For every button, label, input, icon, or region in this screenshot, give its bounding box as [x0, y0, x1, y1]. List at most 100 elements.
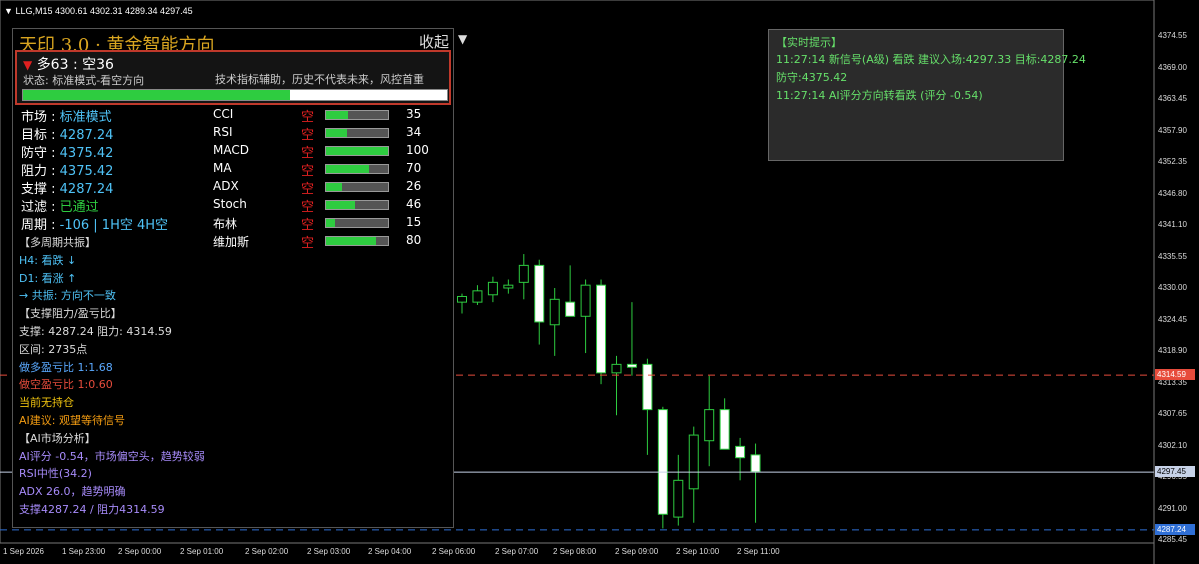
analysis-line: 做多盈亏比 1:1.68	[19, 360, 113, 374]
price-tick-label: 4285.45	[1158, 535, 1187, 544]
time-tick-label: 2 Sep 09:00	[615, 547, 659, 556]
analysis-line: H4: 看跌 ↓	[19, 253, 77, 267]
indicator-direction: 空	[301, 110, 315, 125]
down-arrow-icon: ▼	[23, 58, 33, 72]
indicator-direction: 空	[301, 218, 315, 233]
candle[interactable]	[626, 302, 637, 376]
indicator-direction: 空	[301, 164, 315, 179]
info-value: -106 | 1H空 4H空	[59, 218, 169, 233]
candle[interactable]	[750, 443, 761, 523]
indicator-name: ADX	[213, 179, 239, 193]
analysis-line: 【AI市场分析】	[19, 431, 96, 445]
candle[interactable]	[704, 375, 715, 467]
info-label: 周期 :	[21, 218, 60, 233]
menu-triangle-icon[interactable]: ▼	[4, 6, 13, 16]
indicator-direction: 空	[301, 128, 315, 143]
candle[interactable]	[457, 293, 467, 314]
realtime-title: 【实时提示】	[776, 36, 842, 49]
candle[interactable]	[642, 358, 653, 455]
analysis-line: → 共振: 方向不一致	[19, 289, 116, 303]
signal-status: 状态: 标准模式-看空方向	[23, 74, 145, 87]
info-value: 标准模式	[59, 110, 112, 125]
indicator-strength-fill	[326, 165, 370, 173]
candle[interactable]	[503, 279, 514, 294]
indicator-strength-bar	[325, 110, 389, 120]
info-label: 阻力 :	[21, 164, 60, 179]
price-tick-label: 4335.55	[1158, 251, 1187, 261]
candle[interactable]	[549, 288, 560, 356]
indicator-value: 26	[406, 179, 422, 193]
price-tick-label: 4363.45	[1158, 94, 1187, 103]
indicator-strength-fill	[326, 201, 355, 209]
info-label: 支撑 :	[21, 182, 60, 197]
indicator-strength-bar	[325, 128, 389, 138]
info-value: 4287.24	[59, 128, 114, 143]
info-label: 防守 :	[21, 146, 60, 161]
realtime-line: 11:27:14 新信号(A级) 看跌 建议入场:4297.33 目标:4287…	[776, 53, 1086, 66]
indicator-value: 34	[406, 125, 422, 139]
time-tick-label: 1 Sep 23:00	[62, 547, 106, 556]
price-tick-label: 4341.10	[1158, 220, 1187, 229]
price-tick-label: 4346.80	[1158, 188, 1187, 198]
indicator-name: 维加斯	[213, 235, 250, 249]
info-label: 市场 :	[21, 110, 60, 125]
price-tick-label: 4324.45	[1158, 314, 1187, 324]
info-row: 市场 : 标准模式	[21, 106, 112, 125]
analysis-line: 【多周期共振】	[19, 236, 96, 249]
candle[interactable]	[673, 454, 684, 526]
candle[interactable]	[688, 426, 699, 523]
candle[interactable]	[518, 254, 529, 300]
indicator-name: CCI	[213, 107, 234, 121]
indicator-name: Stoch	[213, 197, 247, 211]
analysis-line: 区间: 2735点	[19, 342, 88, 356]
indicator-strength-bar	[325, 164, 389, 174]
info-label: 目标 :	[21, 128, 60, 143]
indicator-direction: 空	[301, 146, 315, 161]
indicator-strength-bar	[325, 200, 389, 210]
indicator-panel: 天印 3.0 · 黄金智能方向 收起 ▼ 多63 : 空36 状态: 标准模式-…	[12, 28, 454, 528]
indicator-value: 15	[406, 215, 422, 229]
realtime-line: 11:27:14 AI评分方向转看跌 (评分 -0.54)	[776, 89, 983, 102]
signal-direction: 多63 : 空36	[36, 57, 114, 73]
symbol-header: ▼ LLG,M15 4300.61 4302.31 4289.34 4297.4…	[4, 6, 193, 16]
price-tick-label: 4318.90	[1158, 346, 1187, 355]
candle[interactable]	[580, 279, 591, 354]
collapse-arrow-icon[interactable]: ▼	[458, 32, 467, 46]
candle[interactable]	[534, 259, 545, 345]
indicator-strength-fill	[326, 111, 348, 119]
indicator-strength-bar	[325, 236, 389, 246]
info-value: 4375.42	[59, 164, 114, 179]
indicator-direction: 空	[301, 182, 315, 197]
price-tick-label: 4369.00	[1158, 62, 1187, 72]
indicator-strength-fill	[326, 183, 343, 191]
indicator-strength-bar	[325, 218, 389, 228]
candle[interactable]	[719, 398, 730, 450]
price-tick-label: 4352.35	[1158, 157, 1187, 166]
price-tick-label: 4357.90	[1158, 125, 1187, 135]
indicator-strength-fill	[326, 147, 388, 155]
time-tick-label: 2 Sep 04:00	[368, 547, 412, 556]
resistance-price-tag: 4314.59	[1155, 369, 1195, 381]
candle[interactable]	[657, 406, 668, 529]
info-value: 已通过	[59, 200, 99, 215]
collapse-button[interactable]: 收起	[419, 31, 449, 52]
indicator-name: MACD	[213, 143, 249, 157]
candle[interactable]	[472, 285, 483, 305]
indicator-value: 46	[406, 197, 422, 211]
time-tick-label: 2 Sep 01:00	[180, 547, 224, 556]
analysis-line: 支撑: 4287.24 阻力: 4314.59	[19, 325, 172, 338]
indicator-value: 70	[406, 161, 422, 175]
analysis-line: D1: 看涨 ↑	[19, 271, 77, 285]
candle[interactable]	[565, 265, 576, 317]
realtime-line: 防守:4375.42	[776, 71, 848, 84]
candle[interactable]	[611, 355, 622, 416]
candle[interactable]	[487, 276, 498, 303]
signal-summary: ▼ 多63 : 空36	[23, 54, 114, 74]
analysis-line: ADX 26.0，趋势明确	[19, 485, 126, 499]
indicator-name: 布林	[213, 217, 238, 231]
indicator-name: MA	[213, 161, 232, 175]
candle[interactable]	[596, 279, 607, 385]
signal-strength-fill	[23, 90, 291, 100]
info-row: 周期 : -106 | 1H空 4H空	[21, 214, 168, 233]
candle[interactable]	[735, 437, 746, 481]
